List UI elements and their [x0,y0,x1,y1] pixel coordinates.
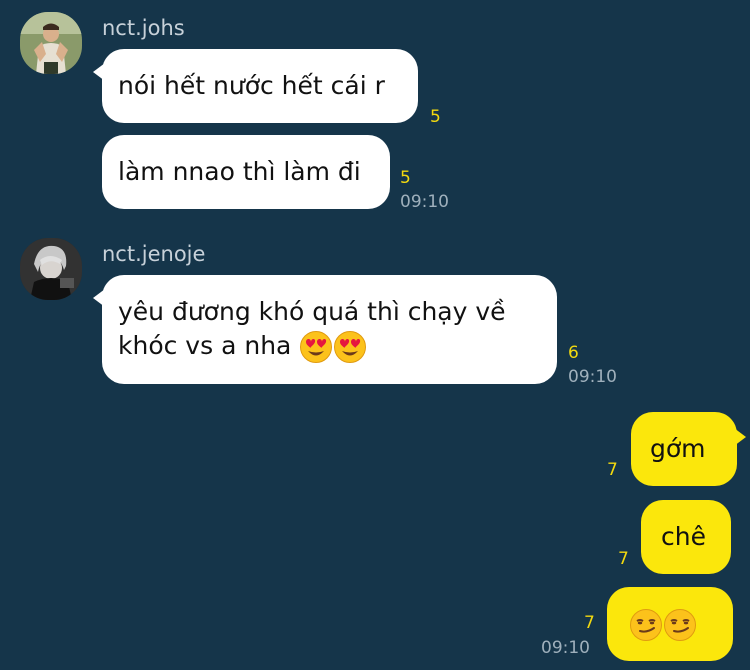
message-timestamp: 09:10 [400,192,449,212]
unread-count: 5 [430,107,441,127]
sender-name: nct.jenoje [102,242,206,266]
unread-count: 7 [618,549,629,569]
outgoing-message-bubble[interactable]: chê [641,500,731,574]
outgoing-message-bubble[interactable] [607,587,733,661]
heart-eyes-emoji-icon [333,330,367,364]
avatar-nct-jenoje[interactable] [20,238,82,300]
message-bubble[interactable]: nói hết nước hết cái r [93,49,418,123]
message-timestamp: 09:10 [541,638,590,658]
message-text: chê [661,522,706,551]
unread-count: 5 [400,168,411,188]
message-text: khóc vs a nha [118,331,292,360]
message-text-line: yêu đương khó quá thì chạy về [118,297,506,326]
message-timestamp: 09:10 [568,367,617,387]
unread-count: 7 [584,613,595,633]
avatar-nct-johs[interactable] [20,12,82,74]
heart-eyes-emoji-icon [299,330,333,364]
sender-name: nct.johs [102,16,185,40]
outgoing-message-bubble[interactable]: gớm [631,412,746,486]
message-bubble[interactable]: làm nnao thì làm đi [102,135,390,209]
message-text: làm nnao thì làm đi [118,157,361,186]
unread-count: 7 [607,460,618,480]
message-text-line-2: khóc vs a nha [118,329,557,364]
message-bubble[interactable]: yêu đương khó quá thì chạy về khóc vs a … [93,275,557,384]
message-text: nói hết nước hết cái r [118,71,385,100]
message-text: gớm [650,434,706,463]
unread-count: 6 [568,343,579,363]
smirk-emoji-icon [663,608,697,642]
smirk-emoji-icon [629,608,663,642]
